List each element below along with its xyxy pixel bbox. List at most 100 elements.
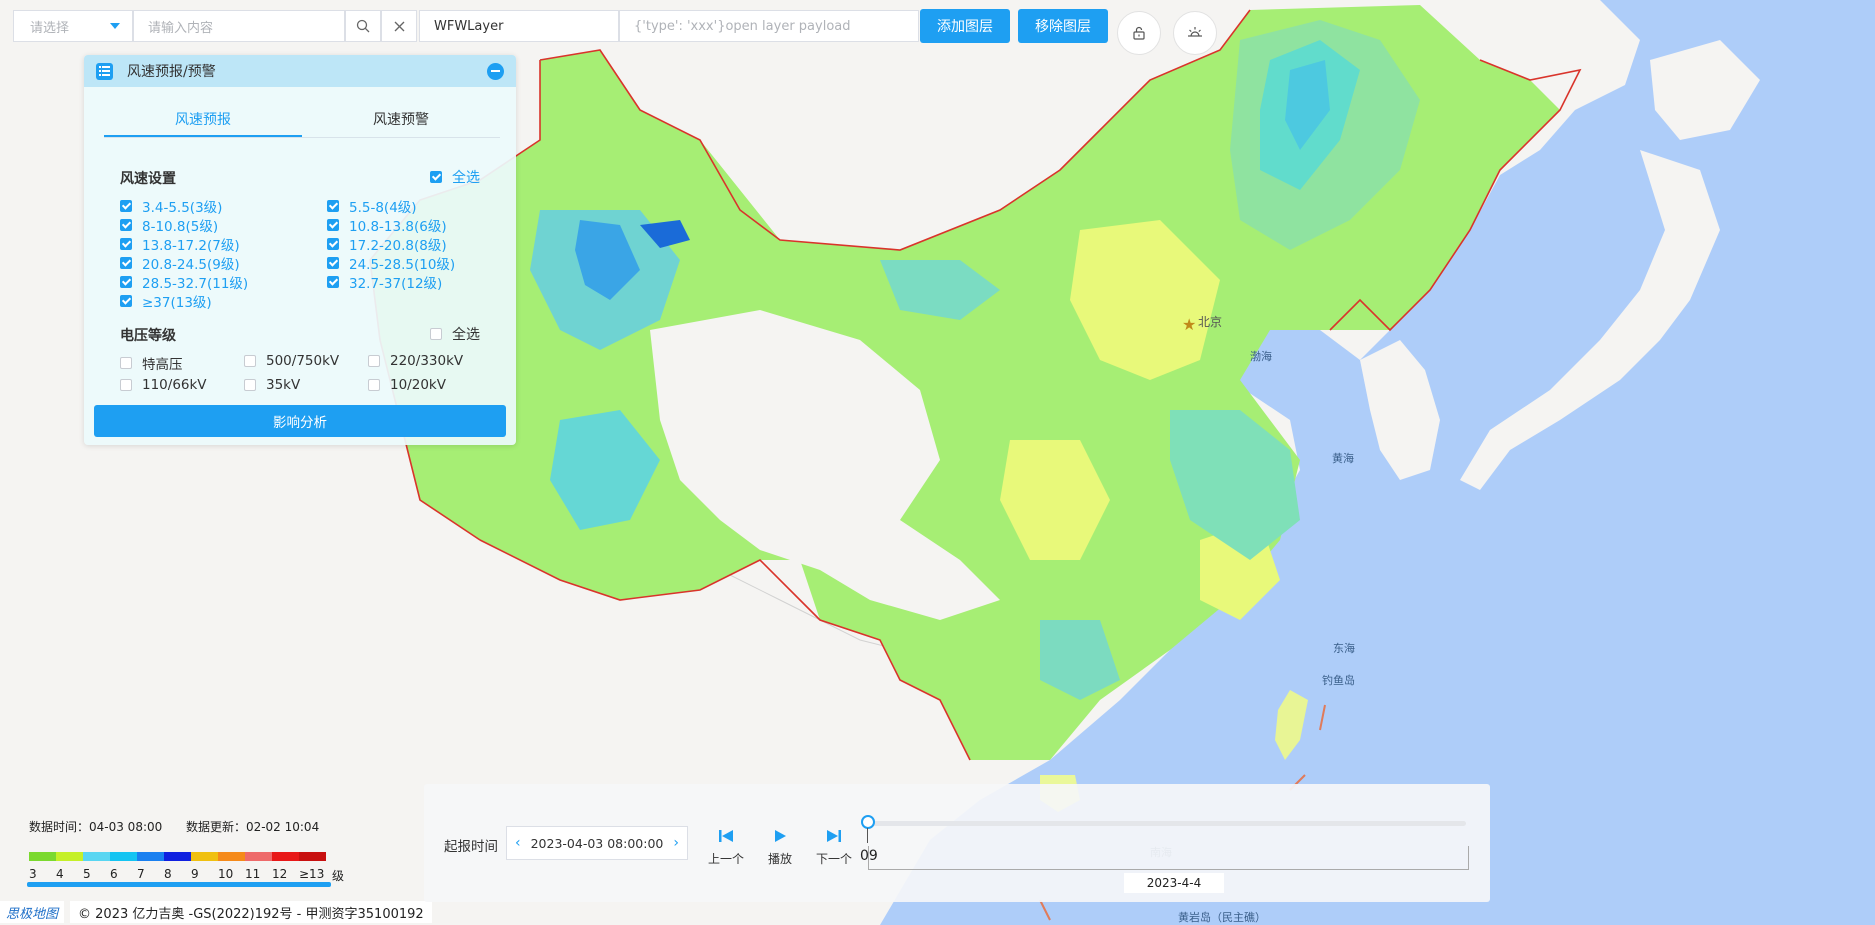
map-label-beijing: 北京 [1198,315,1222,329]
voltage-label: 500/750kV [266,353,340,369]
voltage-select-all-checkbox[interactable] [430,328,442,340]
copyright-text: © 2023 亿力吉奥 -GS(2022)192号 - 甲测资字35100192 [70,901,432,923]
next-label: 下一个 [815,852,852,866]
layer-name-input[interactable]: WFWLayer [419,10,619,42]
voltage-item[interactable]: 110/66kV [120,377,207,393]
legend-swatch [137,852,164,861]
play-button[interactable]: 播放 [760,824,800,867]
next-button[interactable]: 下一个 [814,824,854,867]
wind-level-checkbox[interactable] [120,238,132,250]
timeline-slider-handle[interactable] [861,815,875,829]
wind-level-checkbox[interactable] [120,257,132,269]
legend-label: 3 [29,867,37,881]
impact-analysis-button[interactable]: 影响分析 [94,405,506,437]
legend-swatch [83,852,110,861]
tab-wind-forecast[interactable]: 风速预报 [104,107,302,137]
wind-level-checkbox[interactable] [120,276,132,288]
wind-level-checkbox[interactable] [120,295,132,307]
wind-level-item[interactable]: ≥37(13级) [120,291,212,311]
wind-level-label: 20.8-24.5(9级) [142,257,240,273]
voltage-checkbox[interactable] [244,379,256,391]
minus-icon [491,70,500,72]
wind-level-checkbox[interactable] [327,200,339,212]
previous-button[interactable]: 上一个 [706,824,746,867]
wind-level-item[interactable]: 17.2-20.8(8级) [327,234,447,254]
search-input[interactable]: 请输入内容 [133,10,345,42]
wind-level-item[interactable]: 28.5-32.7(11级) [120,272,248,292]
voltage-select-all[interactable]: 全选 [430,324,480,344]
weather-button[interactable] [1173,11,1217,55]
skip-back-icon [719,830,733,842]
voltage-label: 35kV [266,377,301,393]
legend-unit: 级 [332,869,345,883]
voltage-title: 电压等级 [120,328,176,344]
wind-level-checkbox[interactable] [327,276,339,288]
legend-label: 10 [218,867,234,881]
voltage-checkbox[interactable] [368,355,380,367]
remove-layer-button[interactable]: 移除图层 [1018,9,1108,43]
legend-swatch [272,852,299,861]
legend-label: 8 [164,867,172,881]
wind-level-label: 10.8-13.8(6级) [349,219,447,235]
lock-button[interactable] [1117,11,1161,55]
forecast-date-picker[interactable]: ‹ 2023-04-03 08:00:00 › [506,826,688,860]
voltage-select-all-label: 全选 [452,327,480,343]
legend-swatch [110,852,137,861]
collapse-panel-button[interactable] [487,62,504,80]
wind-level-checkbox[interactable] [120,219,132,231]
voltage-label: 10/20kV [390,377,446,393]
beijing-star-icon: ★ [1182,315,1196,334]
layer-type-select[interactable]: 请选择 [13,10,133,42]
voltage-checkbox[interactable] [120,357,132,369]
wind-level-item[interactable]: 3.4-5.5(3级) [120,196,222,216]
wind-level-item[interactable]: 32.7-37(12级) [327,272,442,292]
chevron-right-icon[interactable]: › [673,835,679,851]
map-label-huanghai: 黄海 [1332,451,1354,465]
wind-level-item[interactable]: 5.5-8(4级) [327,196,417,216]
wind-level-label: 13.8-17.2(7级) [142,238,240,254]
wind-level-checkbox[interactable] [327,219,339,231]
wind-panel: 风速预报/预警 风速预报 风速预警 风速设置 全选 3.4-5.5(3级) 5.… [84,55,516,445]
tab-wind-warning[interactable]: 风速预警 [302,107,500,137]
map-label-bohai: 渤海 [1250,349,1272,363]
voltage-item[interactable]: 特高压 [120,353,183,373]
legend-label: 12 [272,867,288,881]
legend-info: 数据时间：04-03 08:00 数据更新：02-02 10:04 [29,818,319,835]
voltage-label: 220/330kV [390,353,464,369]
wind-level-item[interactable]: 24.5-28.5(10级) [327,253,455,273]
voltage-item[interactable]: 35kV [244,377,300,393]
add-layer-button[interactable]: 添加图层 [920,9,1010,43]
search-button[interactable] [345,10,381,42]
clear-button[interactable] [381,10,417,42]
wind-level-item[interactable]: 8-10.8(5级) [120,215,218,235]
voltage-checkbox[interactable] [120,379,132,391]
wind-select-all-label: 全选 [452,170,480,186]
wind-select-all-checkbox[interactable] [430,171,442,183]
wind-level-label: 3.4-5.5(3级) [142,200,223,216]
map-logo[interactable]: 思极地图 [0,901,65,923]
wind-level-checkbox[interactable] [120,200,132,212]
voltage-item[interactable]: 10/20kV [368,377,446,393]
wind-level-checkbox[interactable] [327,238,339,250]
wind-level-checkbox[interactable] [327,257,339,269]
play-label: 播放 [767,852,792,866]
data-time: 数据时间：04-03 08:00 [29,820,163,834]
wind-level-item[interactable]: 10.8-13.8(6级) [327,215,447,235]
legend-swatch [191,852,218,861]
voltage-item[interactable]: 220/330kV [368,353,463,369]
legend-swatch [218,852,245,861]
timeline-track[interactable] [869,821,1466,826]
layer-payload-input[interactable]: {'type': 'xxx'}open layer payload [619,10,919,42]
legend-label: 7 [137,867,145,881]
voltage-checkbox[interactable] [368,379,380,391]
wind-select-all[interactable]: 全选 [430,167,480,187]
voltage-item[interactable]: 500/750kV [244,353,339,369]
voltage-label: 110/66kV [142,377,207,393]
voltage-label: 特高压 [142,357,183,373]
chevron-left-icon[interactable]: ‹ [515,835,521,851]
wind-level-item[interactable]: 20.8-24.5(9级) [120,253,240,273]
voltage-checkbox[interactable] [244,355,256,367]
close-icon [394,21,404,31]
wind-level-item[interactable]: 13.8-17.2(7级) [120,234,240,254]
forecast-time-label: 起报时间 [444,839,498,855]
